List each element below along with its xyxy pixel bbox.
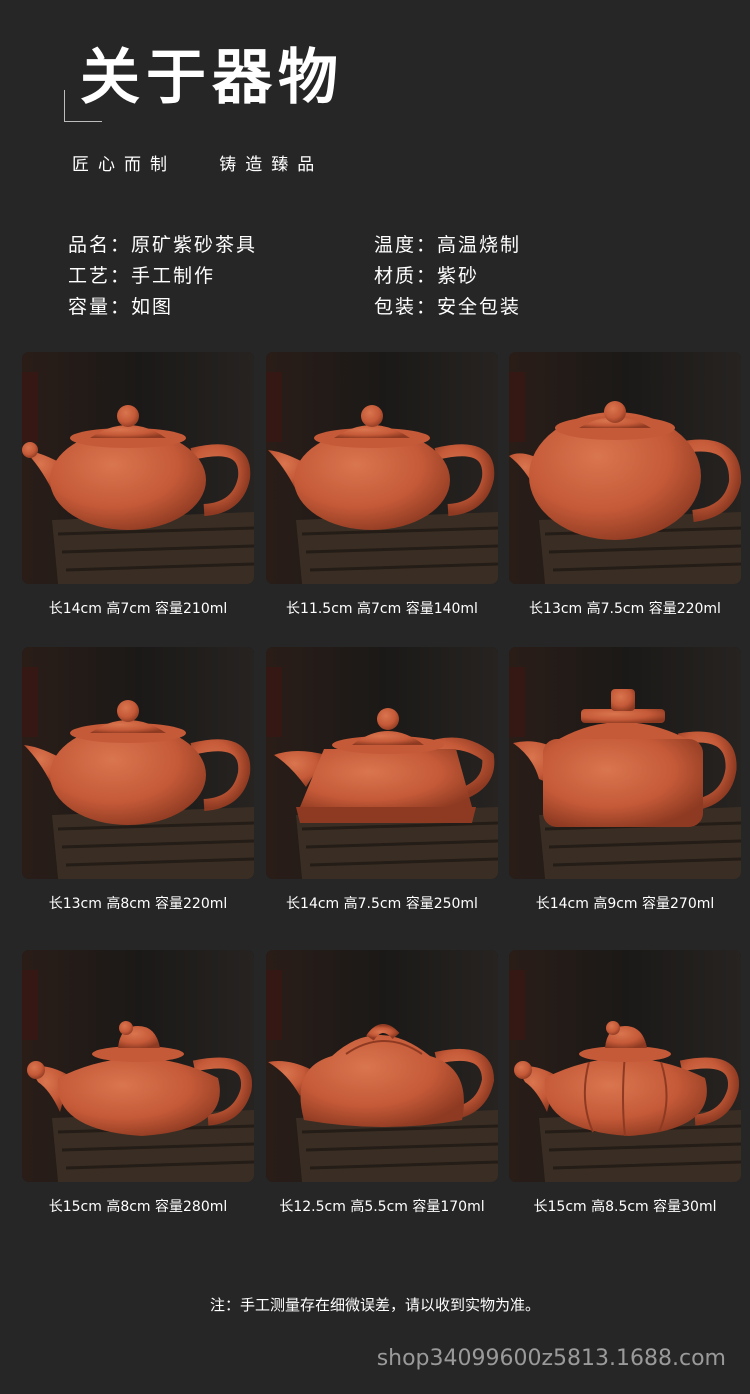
teapot-photo bbox=[266, 647, 498, 879]
product-card[interactable]: 长14cm 高7.5cm 容量250ml bbox=[266, 647, 498, 912]
product-caption: 长11.5cm 高7cm 容量140ml bbox=[286, 601, 478, 617]
spec-craft: 工艺：手工制作 bbox=[68, 265, 216, 287]
spec-capacity: 容量：如图 bbox=[68, 296, 174, 318]
product-card[interactable]: 长13cm 高7.5cm 容量220ml bbox=[509, 352, 741, 617]
teapot-photo bbox=[266, 950, 498, 1182]
product-caption: 长15cm 高8cm 容量280ml bbox=[48, 1199, 228, 1215]
teapot-photo bbox=[22, 647, 254, 879]
product-caption: 长13cm 高7.5cm 容量220ml bbox=[529, 601, 721, 617]
spec-name: 品名：原矿紫砂茶具 bbox=[68, 234, 258, 256]
teapot-photo bbox=[22, 950, 254, 1182]
product-caption: 长13cm 高8cm 容量220ml bbox=[48, 896, 228, 912]
spec-packaging: 包装：安全包装 bbox=[374, 296, 522, 318]
teapot-photo bbox=[509, 647, 741, 879]
product-card[interactable]: 长15cm 高8.5cm 容量30ml bbox=[509, 950, 741, 1215]
product-caption: 长12.5cm 高5.5cm 容量170ml bbox=[279, 1199, 485, 1215]
product-caption: 长14cm 高9cm 容量270ml bbox=[535, 896, 715, 912]
teapot-photo bbox=[22, 352, 254, 584]
spec-material: 材质：紫砂 bbox=[374, 265, 480, 287]
product-card[interactable]: 长14cm 高7cm 容量210ml bbox=[22, 352, 254, 617]
title-corner-vertical bbox=[64, 90, 65, 122]
product-caption: 长15cm 高8.5cm 容量30ml bbox=[533, 1199, 717, 1215]
spec-temperature: 温度：高温烧制 bbox=[374, 234, 522, 256]
teapot-photo bbox=[509, 352, 741, 584]
page-title: 关于器物 bbox=[80, 43, 344, 113]
teapot-photo bbox=[266, 352, 498, 584]
product-card[interactable]: 长11.5cm 高7cm 容量140ml bbox=[266, 352, 498, 617]
product-caption: 长14cm 高7cm 容量210ml bbox=[48, 601, 228, 617]
product-card[interactable]: 长13cm 高8cm 容量220ml bbox=[22, 647, 254, 912]
product-card[interactable]: 长12.5cm 高5.5cm 容量170ml bbox=[266, 950, 498, 1215]
shop-watermark: shop34099600z5813.1688.com bbox=[376, 1346, 726, 1371]
product-caption: 长14cm 高7.5cm 容量250ml bbox=[286, 896, 478, 912]
product-card[interactable]: 长14cm 高9cm 容量270ml bbox=[509, 647, 741, 912]
page-subtitle: 匠心而制 铸造臻品 bbox=[72, 155, 324, 175]
teapot-photo bbox=[509, 950, 741, 1182]
measurement-note: 注：手工测量存在细微误差，请以收到实物为准。 bbox=[209, 1296, 540, 1314]
title-corner-horizontal bbox=[64, 121, 102, 122]
product-card[interactable]: 长15cm 高8cm 容量280ml bbox=[22, 950, 254, 1215]
